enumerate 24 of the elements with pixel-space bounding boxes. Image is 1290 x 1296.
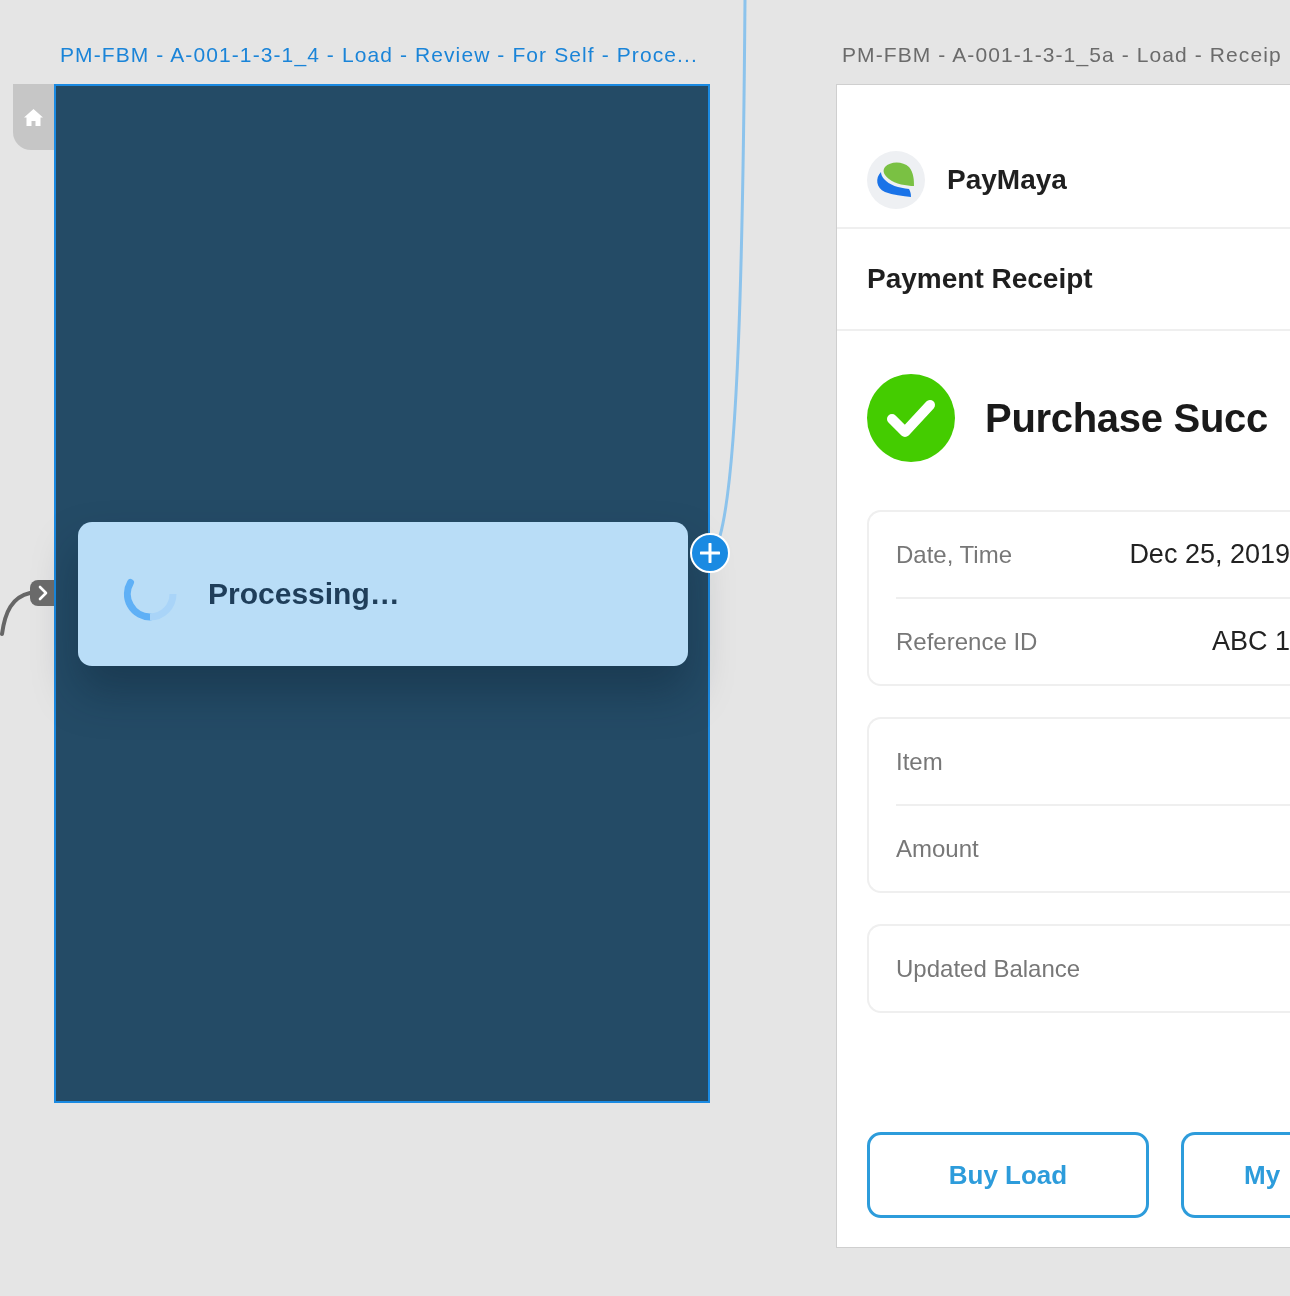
artboard-frame[interactable]: Processing… xyxy=(54,84,710,1103)
artboard-frame[interactable]: PayMaya Payment Receipt Purchase Succ Date, Time Dec 25, 2019 Reference ID ABC 1 Item Amount Updated Balance Buy Load My xyxy=(836,84,1290,1248)
action-button[interactable]: Buy Load xyxy=(867,1132,1149,1218)
brand-name: PayMaya xyxy=(947,164,1067,196)
detail-label: Updated Balance xyxy=(896,954,1081,983)
artboard-title[interactable]: PM-FBM - A-001-1-3-1_5a - Load - Receip xyxy=(836,40,1290,70)
action-button[interactable]: My xyxy=(1181,1132,1290,1218)
status-heading: Purchase Succ xyxy=(985,395,1268,441)
loading-message: Processing… xyxy=(208,576,400,611)
add-interaction-button[interactable] xyxy=(690,533,730,573)
check-circle-icon xyxy=(867,374,955,462)
page-title: Payment Receipt xyxy=(867,263,1093,295)
connector-wire xyxy=(0,591,32,636)
detail-label: Item xyxy=(896,747,943,776)
chevron-tab-icon xyxy=(30,580,54,606)
home-icon xyxy=(24,108,43,126)
plus-icon xyxy=(700,543,720,563)
detail-value: ABC 1 xyxy=(1211,626,1290,657)
artboard-title[interactable]: PM-FBM - A-001-1-3-1_4 - Load - Review - For Self - Proce... xyxy=(54,40,710,70)
detail-value: Dec 25, 2019 xyxy=(1129,539,1290,570)
detail-label: Amount xyxy=(896,834,979,863)
detail-label: Date, Time xyxy=(896,540,1013,569)
detail-label: Reference ID xyxy=(896,627,1038,656)
logo-icon xyxy=(867,151,925,209)
